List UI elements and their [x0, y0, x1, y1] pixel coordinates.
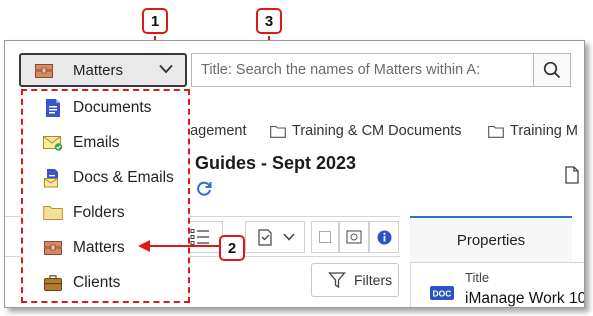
search-scope-menu: Documents Emails Docs & Emails Folders M…: [21, 89, 190, 303]
checkbox-icon: [319, 231, 331, 243]
menu-item-label: Folders: [73, 204, 125, 221]
breadcrumb-label: nagement: [182, 123, 247, 139]
menu-item-emails[interactable]: Emails: [23, 126, 188, 160]
select-all-checkbox[interactable]: [311, 221, 339, 253]
refresh-icon[interactable]: [195, 180, 213, 198]
tab-properties[interactable]: Properties: [410, 216, 572, 262]
chevron-down-icon: [283, 233, 295, 241]
menu-item-clients[interactable]: Clients: [23, 266, 188, 300]
page-title: Guides - Sept 2023: [195, 153, 357, 173]
callout-1: 1: [142, 8, 168, 34]
email-icon: [43, 133, 63, 153]
menu-item-docs-emails[interactable]: Docs & Emails: [23, 161, 188, 195]
callout-3: 3: [256, 8, 282, 34]
breadcrumb-item[interactable]: Training & CM Documents: [270, 123, 462, 139]
menu-item-label: Docs & Emails: [73, 169, 174, 186]
folder-icon: [488, 125, 504, 138]
matter-icon: [35, 64, 53, 83]
search-scope-dropdown[interactable]: Matters: [19, 53, 187, 87]
search-input[interactable]: [191, 53, 533, 87]
breadcrumb-label: Training M: [510, 123, 578, 139]
chevron-down-icon: [159, 64, 173, 74]
breadcrumb-item[interactable]: Training M: [488, 123, 578, 139]
filters-button[interactable]: Filters: [311, 263, 399, 297]
callout-2: 2: [219, 235, 245, 261]
title-field-label: Title: [465, 270, 490, 285]
menu-item-label: Clients: [73, 274, 121, 291]
search-icon: [543, 61, 561, 79]
title-field-value: iManage Work 10: [465, 290, 585, 307]
filter-icon: [328, 272, 346, 289]
info-button[interactable]: [369, 221, 399, 253]
search-button[interactable]: [533, 53, 571, 87]
breadcrumb-item[interactable]: nagement: [182, 123, 247, 139]
folder-icon: [43, 203, 63, 223]
menu-item-label: Documents: [73, 99, 152, 116]
client-icon: [43, 273, 63, 293]
breadcrumb-label: Training & CM Documents: [292, 123, 462, 139]
preview-icon: [346, 230, 362, 244]
docs-emails-icon: [43, 168, 63, 188]
doc-file-icon: DOC: [430, 286, 454, 300]
folder-icon: [270, 125, 286, 138]
preview-button[interactable]: [339, 221, 369, 253]
app-window: Matters nagement Training & CM Documents…: [4, 40, 585, 308]
callout-2-arrow: [138, 240, 220, 252]
svg-text:DOC: DOC: [433, 289, 452, 299]
documents-icon: [43, 98, 63, 118]
filters-label: Filters: [354, 272, 393, 288]
checkout-menu-button[interactable]: [245, 221, 305, 253]
menu-item-label: Matters: [73, 239, 125, 256]
menu-item-folders[interactable]: Folders: [23, 196, 188, 230]
matter-icon: [43, 238, 63, 258]
info-icon: [377, 230, 391, 244]
menu-item-documents[interactable]: Documents: [23, 91, 188, 125]
menu-item-label: Emails: [73, 134, 120, 151]
search-scope-label: Matters: [73, 61, 124, 79]
checkout-icon: [258, 229, 272, 246]
properties-divider: [410, 262, 584, 263]
document-icon[interactable]: [565, 166, 579, 184]
